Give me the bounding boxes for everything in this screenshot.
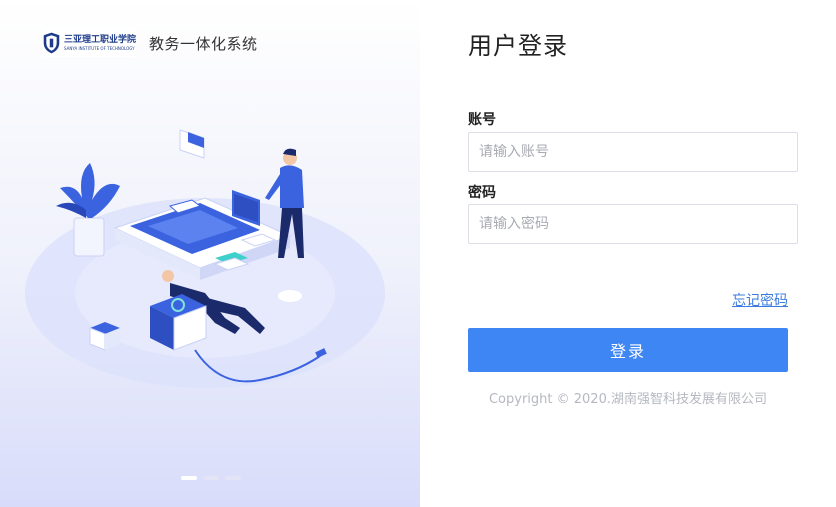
- small-box-icon: [89, 322, 120, 351]
- floating-screen-icon: [179, 129, 205, 159]
- logo-chinese-name: 三亚理工职业学院: [63, 34, 136, 45]
- carousel-indicators: [181, 476, 241, 480]
- carousel-dot-1[interactable]: [181, 476, 197, 480]
- carousel-dot-3[interactable]: [225, 476, 241, 480]
- login-panel: 用户登录 账号 密码 忘记密码 登录 Copyright © 2020.湖南强智…: [420, 0, 836, 507]
- account-label: 账号: [468, 112, 496, 128]
- school-emblem-icon: [43, 32, 60, 54]
- password-label: 密码: [468, 185, 496, 201]
- illustration-panel: 三亚理工职业学院 SANYA INSTITUTE OF TECHNOLOGY 教…: [0, 0, 420, 507]
- logo-english-name: SANYA INSTITUTE OF TECHNOLOGY: [63, 45, 135, 51]
- password-input[interactable]: [468, 204, 798, 244]
- carousel-dot-2[interactable]: [203, 476, 219, 480]
- forgot-password-link[interactable]: 忘记密码: [732, 290, 788, 310]
- login-title: 用户登录: [468, 32, 568, 60]
- school-logo: 三亚理工职业学院 SANYA INSTITUTE OF TECHNOLOGY: [42, 29, 136, 57]
- copyright-text: Copyright © 2020.湖南强智科技发展有限公司: [488, 392, 767, 407]
- system-name: 教务一体化系统: [149, 34, 258, 53]
- account-input[interactable]: [468, 132, 798, 172]
- brand-header: 三亚理工职业学院 SANYA INSTITUTE OF TECHNOLOGY 教…: [42, 28, 258, 58]
- workspace-illustration: [25, 129, 385, 388]
- login-button[interactable]: 登录: [468, 328, 788, 372]
